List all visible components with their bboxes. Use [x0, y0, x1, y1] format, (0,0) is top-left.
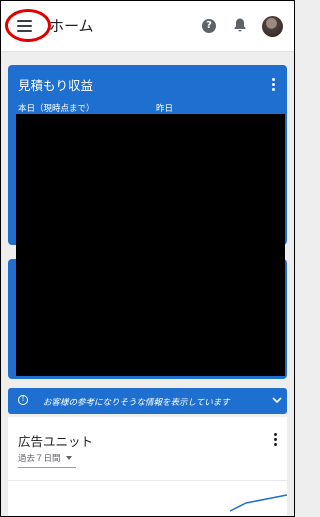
period-dropdown[interactable]: 過去７日間 [18, 452, 61, 464]
menu-highlight-circle [5, 9, 51, 42]
info-banner-text: お客様の参考になりそうな情報を表示しています [43, 398, 230, 408]
yesterday-label: 昨日 [156, 104, 174, 114]
ad-units-title: 広告ユニット [18, 434, 94, 449]
dropdown-underline [18, 467, 76, 468]
redacted-block [16, 114, 285, 376]
today-label: 本日（現時点まで） [18, 104, 95, 114]
app-bar: ホーム ? [1, 1, 294, 52]
dropdown-caret-icon [66, 456, 72, 460]
help-circle-icon[interactable]: ? [202, 19, 216, 33]
revenue-more-options-icon[interactable] [272, 78, 276, 92]
screen: ホーム ? 見積もり収益 本日（現時点まで） 昨日 ! お客様の参考になりそうな… [0, 0, 295, 517]
chevron-down-icon[interactable] [272, 396, 282, 404]
ad-units-more-options-icon[interactable] [274, 433, 278, 447]
notifications-icon[interactable] [233, 17, 247, 33]
ad-units-sparkline [229, 494, 287, 512]
avatar[interactable] [262, 16, 283, 37]
estimated-revenue-title: 見積もり収益 [18, 78, 94, 93]
page-title: ホーム [49, 17, 94, 35]
alert-circle-icon: ! [18, 395, 28, 405]
